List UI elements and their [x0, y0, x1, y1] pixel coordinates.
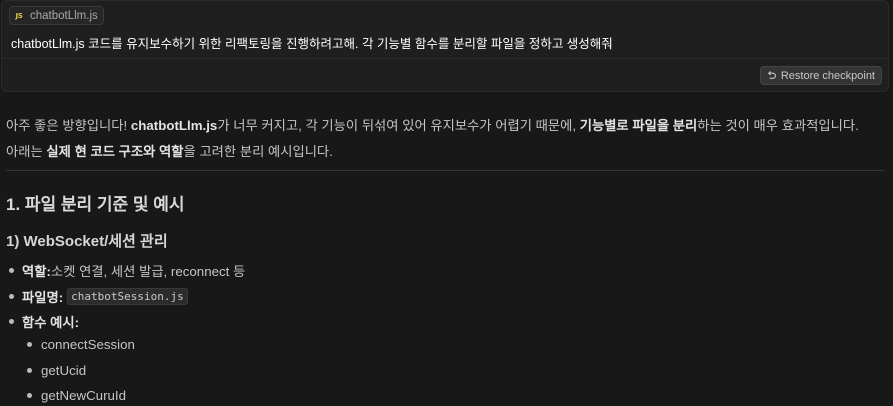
intro-bold-filename: chatbotLlm.js	[130, 118, 218, 133]
list-item-role: 역할: 소켓 연결, 세션 발급, reconnect 등	[6, 261, 245, 280]
intro-bold-emphasis: 실제 현 코드 구조와 역할	[46, 144, 184, 159]
functions-label: 함수 예시:	[22, 315, 80, 330]
restore-checkpoint-button[interactable]: Restore checkpoint	[759, 66, 882, 85]
intro-bold-emphasis: 기능별로 파일을 분리	[579, 118, 698, 133]
function-list-item: getUcid	[23, 363, 86, 378]
subsection-heading: 1) WebSocket/세션 관리	[6, 233, 168, 250]
filename-label: 파일명:	[22, 290, 64, 305]
filename-code: chatbotSession.js	[67, 288, 188, 305]
section-divider	[6, 170, 884, 171]
function-list-item: getNewCuruId	[23, 388, 126, 403]
intro-paragraph-2: 아래는 실제 현 코드 구조와 역할을 고려한 분리 예시입니다.	[6, 141, 333, 160]
list-item-functions: 함수 예시:	[6, 312, 79, 331]
bullet-dot	[9, 268, 14, 273]
intro-text: 을 고려한 분리 예시입니다.	[183, 144, 333, 159]
prompt-message: chatbotLlm.js 코드를 유지보수하기 위한 리팩토링을 진행하려고해…	[11, 37, 613, 51]
role-label: 역할:	[22, 264, 51, 279]
function-name: getUcid	[41, 363, 87, 378]
restore-checkpoint-label: Restore checkpoint	[780, 69, 875, 82]
file-chip-label: chatbotLlm.js	[30, 9, 98, 22]
bullet-dot	[27, 393, 32, 398]
intro-text: 하는 것이 매우 효과적입니다.	[697, 118, 859, 133]
section-heading: 1. 파일 분리 기준 및 예시	[6, 195, 185, 214]
bullet-dot	[9, 294, 14, 299]
card-divider	[2, 58, 888, 59]
intro-text: 아래는	[6, 144, 47, 159]
js-file-icon: JS	[15, 11, 23, 20]
function-list-item: connectSession	[23, 337, 135, 352]
intro-paragraph-1: 아주 좋은 방향입니다! chatbotLlm.js가 너무 커지고, 각 기능…	[6, 115, 859, 134]
intro-text: 아주 좋은 방향입니다!	[6, 118, 131, 133]
file-context-chip[interactable]: JS chatbotLlm.js	[9, 6, 104, 25]
function-name: connectSession	[41, 337, 135, 352]
bullet-dot	[27, 368, 32, 373]
list-item-filename: 파일명: chatbotSession.js	[6, 287, 188, 306]
bullet-dot	[27, 342, 32, 347]
user-prompt-card: JS chatbotLlm.js chatbotLlm.js 코드를 유지보수하…	[1, 0, 889, 92]
bullet-dot	[9, 319, 14, 324]
intro-text: 가 너무 커지고, 각 기능이 뒤섞여 있어 유지보수가 어렵기 때문에,	[217, 118, 580, 133]
restore-icon	[767, 71, 776, 79]
function-name: getNewCuruId	[41, 388, 126, 403]
role-text: 소켓 연결, 세션 발급, reconnect 등	[50, 264, 246, 279]
